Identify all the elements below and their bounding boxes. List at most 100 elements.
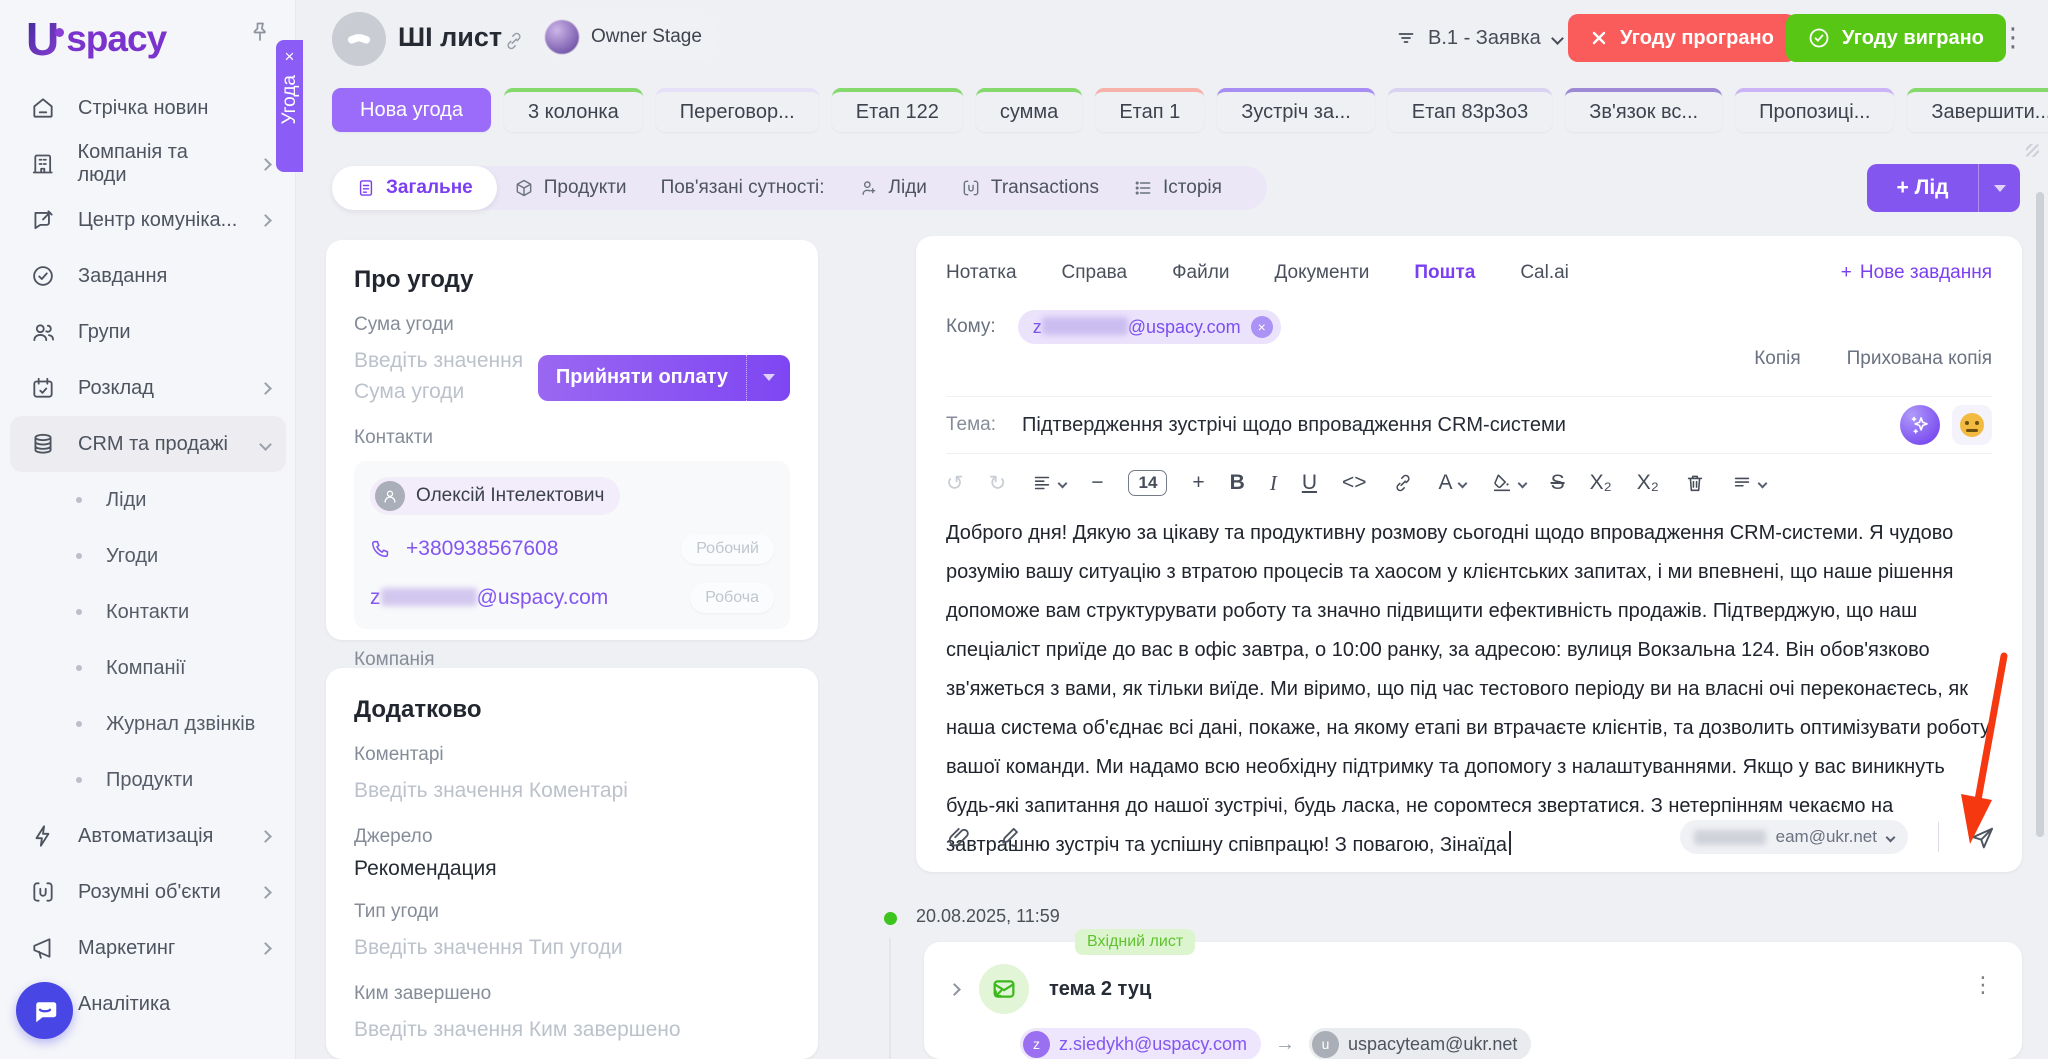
scrollbar-thumb[interactable] bbox=[2036, 192, 2044, 837]
sidebar-item-leads[interactable]: Ліди bbox=[0, 472, 296, 528]
strikethrough-button[interactable]: S bbox=[1551, 471, 1565, 495]
tab-general[interactable]: Загальне bbox=[332, 166, 497, 210]
tab-leads[interactable]: Ліди bbox=[842, 166, 944, 210]
pin-icon[interactable] bbox=[248, 20, 272, 44]
incoming-mail-kebab-menu[interactable]: ⋮ bbox=[1972, 974, 1994, 996]
sidebar-item-newsfeed[interactable]: Стрічка новин bbox=[0, 80, 296, 136]
stage-pill[interactable]: Етап 122 bbox=[832, 88, 963, 132]
deal-won-button[interactable]: Угоду виграно bbox=[1786, 14, 2006, 62]
align-button[interactable] bbox=[1731, 472, 1766, 494]
code-button[interactable]: <> bbox=[1342, 471, 1367, 495]
owner-stage-chip[interactable]: Owner Stage bbox=[540, 15, 720, 59]
tab-note[interactable]: Нотатка bbox=[946, 262, 1017, 284]
link-button[interactable] bbox=[1392, 472, 1414, 494]
new-task-button[interactable]: +Нове завдання bbox=[1841, 262, 1992, 284]
stage-pill[interactable]: 3 колонка bbox=[504, 88, 643, 132]
tab-calai[interactable]: Cal.ai bbox=[1520, 262, 1569, 284]
text-color-button[interactable]: A bbox=[1439, 471, 1466, 495]
contact-email[interactable]: z@uspacy.com bbox=[370, 586, 608, 610]
signature-icon[interactable] bbox=[998, 824, 1024, 850]
stage-pill[interactable]: Пропозиці... bbox=[1735, 88, 1894, 132]
sidebar-item-products[interactable]: Продукти bbox=[0, 752, 296, 808]
superscript-button[interactable]: X₂ bbox=[1637, 471, 1659, 495]
stage-pill-active[interactable]: Нова угода bbox=[332, 88, 491, 132]
sidebar-item-companies[interactable]: Компанії bbox=[0, 640, 296, 696]
italic-button[interactable]: I bbox=[1270, 471, 1277, 496]
cc-link[interactable]: Копія bbox=[1754, 348, 1800, 370]
undo-button[interactable]: ↺ bbox=[946, 471, 964, 496]
header-kebab-menu[interactable]: ⋮ bbox=[2000, 24, 2026, 50]
stage-pill[interactable]: Зв'язок вс... bbox=[1565, 88, 1722, 132]
bcc-link[interactable]: Прихована копія bbox=[1847, 348, 1992, 370]
remove-recipient-icon[interactable]: × bbox=[1251, 316, 1273, 338]
sidebar-item-call-log[interactable]: Журнал дзвінків bbox=[0, 696, 296, 752]
amount-placeholder[interactable]: Введіть значенняСума угоди bbox=[354, 345, 523, 407]
stage-pill[interactable]: Завершити... bbox=[1907, 88, 2048, 132]
sidebar-item-schedule[interactable]: Розклад bbox=[0, 360, 296, 416]
sidebar-item-smart-objects[interactable]: Розумні об'єкти bbox=[0, 864, 296, 920]
accept-payment-button[interactable]: Прийняти оплату bbox=[538, 355, 790, 401]
contact-phone[interactable]: +380938567608 bbox=[406, 537, 558, 561]
to-chip[interactable]: u uspacyteam@ukr.net bbox=[1309, 1028, 1531, 1059]
deal-ribbon-tab[interactable]: × Угода bbox=[276, 40, 303, 172]
sidebar-item-marketing[interactable]: Маркетинг bbox=[0, 920, 296, 976]
chat-widget-button[interactable] bbox=[16, 982, 73, 1039]
stage-pill[interactable]: Зустріч за... bbox=[1217, 88, 1375, 132]
font-size-value[interactable]: 14 bbox=[1128, 470, 1167, 496]
stage-pill[interactable]: Етап 1 bbox=[1095, 88, 1204, 132]
tab-files[interactable]: Файли bbox=[1172, 262, 1229, 284]
contact-chip[interactable]: Олексій Інтелектович bbox=[370, 477, 620, 515]
incoming-subject[interactable]: тема 2 туц bbox=[1049, 978, 1151, 1001]
sidebar-item-communication-center[interactable]: Центр комуніка... bbox=[0, 192, 296, 248]
stage-pill[interactable]: сумма bbox=[976, 88, 1082, 132]
bold-button[interactable]: B bbox=[1230, 471, 1245, 495]
plus-icon: + bbox=[1896, 176, 1908, 199]
add-lead-button[interactable]: + Лід bbox=[1867, 164, 2020, 212]
from-chip[interactable]: z z.siedykh@uspacy.com bbox=[1020, 1028, 1261, 1059]
tab-activity[interactable]: Справа bbox=[1062, 262, 1128, 284]
add-lead-dropdown[interactable] bbox=[1978, 164, 2020, 212]
subscript-button[interactable]: X₂ bbox=[1590, 471, 1612, 495]
tab-history[interactable]: Історія bbox=[1116, 166, 1239, 210]
underline-button[interactable]: U bbox=[1302, 471, 1317, 495]
expand-chevron-icon[interactable] bbox=[948, 983, 961, 996]
field-placeholder[interactable]: Введіть значення Тип угоди bbox=[354, 932, 790, 963]
tab-mail[interactable]: Пошта bbox=[1414, 262, 1475, 284]
sidebar-item-groups[interactable]: Групи bbox=[0, 304, 296, 360]
copy-link-icon[interactable] bbox=[503, 30, 525, 52]
payment-dropdown[interactable] bbox=[746, 355, 790, 401]
attachment-icon[interactable] bbox=[946, 824, 972, 850]
field-placeholder[interactable]: Введіть значення Ким завершено bbox=[354, 1014, 790, 1045]
stage-pill[interactable]: Етап 83р3о3 bbox=[1388, 88, 1553, 132]
sidebar-item-tasks[interactable]: Завдання bbox=[0, 248, 296, 304]
send-icon[interactable] bbox=[1969, 824, 1996, 851]
clear-format-button[interactable] bbox=[1684, 472, 1706, 494]
stage-pill[interactable]: Переговор... bbox=[656, 88, 819, 132]
deal-lost-button[interactable]: Угоду програно bbox=[1568, 14, 1796, 62]
paragraph-format-button[interactable] bbox=[1031, 472, 1066, 494]
emoji-button[interactable] bbox=[1952, 405, 1992, 445]
ai-assistant-button[interactable] bbox=[1900, 405, 1940, 445]
close-icon[interactable]: × bbox=[285, 48, 295, 65]
funnel-selector[interactable]: В.1 - Заявка bbox=[1376, 14, 1582, 62]
tab-documents[interactable]: Документи bbox=[1274, 262, 1369, 284]
sidebar-item-crm[interactable]: CRM та продажі bbox=[10, 416, 286, 472]
tab-related-entities[interactable]: Пов'язані сутності: bbox=[644, 166, 842, 210]
field-value[interactable]: Рекомендация bbox=[354, 857, 790, 881]
sidebar-item-contacts[interactable]: Контакти bbox=[0, 584, 296, 640]
redo-button[interactable]: ↻ bbox=[989, 471, 1007, 496]
sender-account-selector[interactable]: eam@ukr.net bbox=[1680, 820, 1908, 854]
field-placeholder[interactable]: Введіть значення Коментарі bbox=[354, 775, 790, 806]
email-body-editor[interactable]: Доброго дня! Дякую за цікаву та продукти… bbox=[946, 514, 1992, 865]
tab-products[interactable]: Продукти bbox=[497, 166, 644, 210]
recipient-chip[interactable]: z@uspacy.com × bbox=[1018, 310, 1281, 344]
font-size-decrease-button[interactable]: − bbox=[1091, 471, 1103, 495]
sidebar-item-automation[interactable]: Автоматизація bbox=[0, 808, 296, 864]
sidebar-item-company-people[interactable]: Компанія та люди bbox=[0, 136, 296, 192]
highlight-color-button[interactable] bbox=[1491, 472, 1526, 494]
tab-transactions[interactable]: Transactions bbox=[944, 166, 1116, 210]
uspacy-logo[interactable]: U spacy bbox=[26, 12, 166, 66]
font-size-increase-button[interactable]: + bbox=[1192, 471, 1204, 495]
subject-input[interactable]: Підтвердження зустрічі щодо впровадження… bbox=[1022, 414, 1566, 437]
sidebar-item-deals[interactable]: Угоди bbox=[0, 528, 296, 584]
